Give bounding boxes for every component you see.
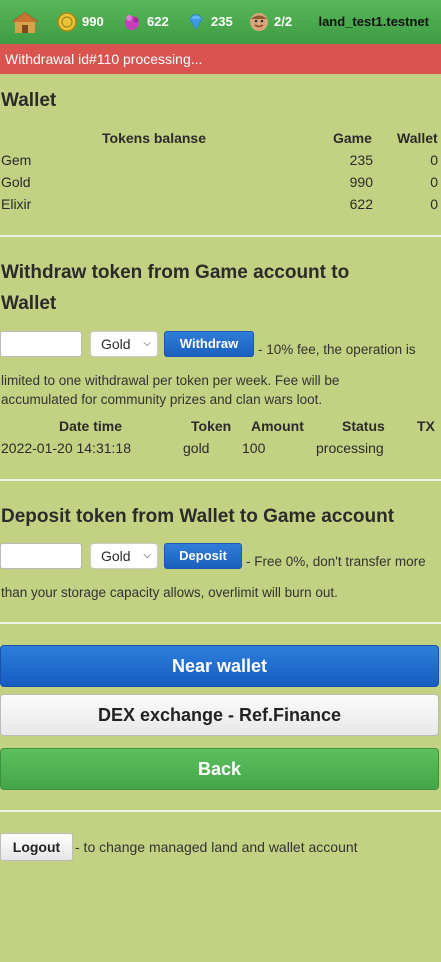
wallet-balance: 0 xyxy=(430,196,438,212)
logout-note: - to change managed land and wallet acco… xyxy=(75,839,358,855)
chevron-down-icon: ⌵ xyxy=(143,550,151,561)
divider xyxy=(0,479,441,481)
gem-icon xyxy=(186,12,206,32)
divider xyxy=(0,810,441,812)
chevron-down-icon: ⌵ xyxy=(143,338,151,349)
col-tokens-balance: Tokens balanse xyxy=(102,130,207,146)
deposit-note-line2: than your storage capacity allows, overl… xyxy=(1,585,338,600)
deposit-amount-input[interactable] xyxy=(0,543,82,569)
wallet-balance: 0 xyxy=(430,174,438,190)
col-token: Token xyxy=(191,418,232,434)
gold-resource: 990 xyxy=(57,12,104,32)
gem-resource: 235 xyxy=(186,12,233,32)
wallet-balance: 0 xyxy=(430,152,438,168)
worker-resource: 2/2 xyxy=(249,12,292,32)
withdraw-title: Withdraw token from Game account to xyxy=(1,262,350,283)
deposit-token-selected: Gold xyxy=(101,548,131,564)
token-name: Gem xyxy=(1,152,32,168)
status-alert: Withdrawal id#110 processing... xyxy=(0,44,441,74)
elixir-resource: 622 xyxy=(122,12,169,32)
history-amount: 100 xyxy=(242,440,266,456)
withdraw-button[interactable]: Withdraw xyxy=(164,331,254,357)
withdraw-note: - 10% fee, the operation is xyxy=(258,342,416,357)
withdraw-note-line3: accumulated for community prizes and cla… xyxy=(1,392,323,407)
history-status: processing xyxy=(316,440,384,456)
gold-coin-icon xyxy=(57,12,77,32)
game-balance: 622 xyxy=(349,196,373,212)
withdraw-amount-input[interactable] xyxy=(0,331,82,357)
col-status: Status xyxy=(342,418,385,434)
col-amount: Amount xyxy=(251,418,304,434)
top-bar: 990 622 235 2/2 land_test1.testnet xyxy=(0,0,441,44)
history-datetime: 2022-01-20 14:31:18 xyxy=(1,440,131,456)
col-game: Game xyxy=(333,130,372,146)
worker-value: 2/2 xyxy=(274,14,293,29)
account-name: land_test1.testnet xyxy=(318,14,429,29)
history-token: gold xyxy=(183,440,210,456)
house-icon[interactable] xyxy=(9,9,41,35)
withdraw-note-line2: limited to one withdrawal per token per … xyxy=(1,373,340,388)
back-button[interactable]: Back xyxy=(0,748,439,790)
deposit-token-select[interactable]: Gold ⌵ xyxy=(90,543,158,569)
elixir-icon xyxy=(122,12,142,32)
col-wallet: Wallet xyxy=(397,130,438,146)
logout-button[interactable]: Logout xyxy=(0,833,73,861)
withdraw-title-line2: Wallet xyxy=(1,293,57,314)
game-balance: 235 xyxy=(349,152,373,168)
divider xyxy=(0,622,441,624)
col-date-time: Date time xyxy=(59,418,123,434)
gold-value: 990 xyxy=(82,14,104,29)
deposit-title: Deposit token from Wallet to Game accoun… xyxy=(1,506,395,527)
divider xyxy=(0,235,441,237)
withdraw-token-select[interactable]: Gold ⌵ xyxy=(90,331,158,357)
deposit-note: - Free 0%, don't transfer more xyxy=(246,554,426,569)
withdraw-token-selected: Gold xyxy=(101,336,131,352)
deposit-button[interactable]: Deposit xyxy=(164,543,242,569)
elixir-value: 622 xyxy=(147,14,169,29)
wallet-title: Wallet xyxy=(1,90,57,111)
game-balance: 990 xyxy=(349,174,373,190)
gem-value: 235 xyxy=(211,14,233,29)
dex-exchange-button[interactable]: DEX exchange - Ref.Finance xyxy=(0,694,439,736)
col-tx: TX xyxy=(417,418,435,434)
token-name: Elixir xyxy=(1,196,32,212)
alert-text: Withdrawal id#110 processing... xyxy=(5,51,203,67)
near-wallet-button[interactable]: Near wallet xyxy=(0,645,439,687)
worker-icon xyxy=(249,12,269,32)
token-name: Gold xyxy=(1,174,31,190)
